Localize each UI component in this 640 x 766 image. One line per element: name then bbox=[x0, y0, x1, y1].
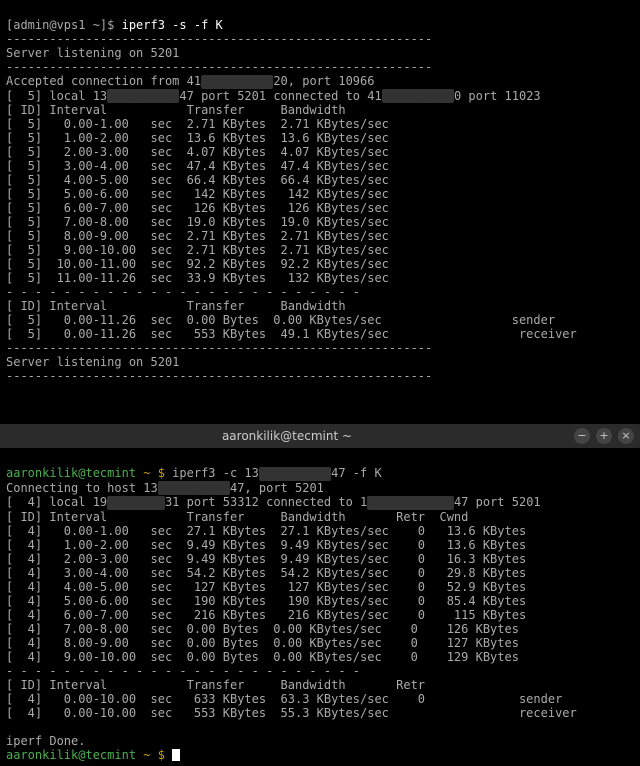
row: [ 4] 1.00-2.00 sec 9.49 KBytes 9.49 KByt… bbox=[6, 538, 526, 552]
summary-row: [ 5] 0.00-11.26 sec 0.00 Bytes 0.00 KByt… bbox=[6, 313, 555, 327]
prompt: [admin@vps1 ~]$ bbox=[6, 18, 114, 32]
divider: ----------------------------------------… bbox=[6, 369, 432, 383]
cursor bbox=[172, 749, 180, 761]
row: [ 4] 8.00-9.00 sec 0.00 Bytes 0.00 KByte… bbox=[6, 636, 519, 650]
command: iperf3 -s -f K bbox=[122, 18, 223, 32]
listening: Server listening on 5201 bbox=[6, 46, 179, 60]
redacted-ip: xxxxxxxxxx bbox=[382, 89, 454, 103]
redacted-ip: xxxxxxxxxxxx bbox=[367, 496, 454, 510]
header: [ ID] Interval Transfer Bandwidth Retr C… bbox=[6, 510, 468, 524]
divider: ----------------------------------------… bbox=[6, 60, 432, 74]
conn-line: [ 4] local 19xxxxxxxx31 port 53312 conne… bbox=[6, 495, 541, 509]
row: [ 5] 11.00-11.26 sec 33.9 KBytes 132 KBy… bbox=[6, 271, 389, 285]
redacted-ip: xxxxxxxxxx bbox=[259, 467, 331, 481]
redacted-ip: xxxxxxxxxx bbox=[158, 481, 230, 495]
command: iperf3 -c 13xxxxxxxxxx47 -f K bbox=[172, 466, 382, 480]
minimize-button[interactable]: − bbox=[574, 428, 590, 444]
window-title: aaronkilik@tecmint ~ bbox=[0, 429, 574, 443]
row: [ 5] 8.00-9.00 sec 2.71 KBytes 2.71 KByt… bbox=[6, 229, 389, 243]
row: [ 4] 2.00-3.00 sec 9.49 KBytes 9.49 KByt… bbox=[6, 552, 526, 566]
accepted-line: Accepted connection from 41xxxxxxxxxx20,… bbox=[6, 74, 374, 88]
maximize-button[interactable]: + bbox=[596, 428, 612, 444]
prompt: aaronkilik@tecmint ~ $ bbox=[6, 748, 172, 762]
header: [ ID] Interval Transfer Bandwidth bbox=[6, 103, 346, 117]
prompt: aaronkilik@tecmint ~ $ bbox=[6, 466, 172, 480]
dash: - - - - - - - - - - - - - - - - - - - - … bbox=[6, 285, 360, 299]
window-titlebar[interactable]: aaronkilik@tecmint ~ − + × bbox=[0, 424, 640, 448]
summary-row: [ 4] 0.00-10.00 sec 553 KBytes 55.3 KByt… bbox=[6, 706, 577, 720]
row: [ 4] 5.00-6.00 sec 190 KBytes 190 KBytes… bbox=[6, 594, 526, 608]
dash: - - - - - - - - - - - - - - - - - - - - … bbox=[6, 664, 360, 678]
row: [ 4] 0.00-1.00 sec 27.1 KBytes 27.1 KByt… bbox=[6, 524, 526, 538]
row: [ 5] 6.00-7.00 sec 126 KBytes 126 KBytes… bbox=[6, 201, 389, 215]
redacted-ip: xxxxxxxxxx bbox=[107, 89, 179, 103]
row: [ 5] 2.00-3.00 sec 4.07 KBytes 4.07 KByt… bbox=[6, 145, 389, 159]
redacted-ip: xxxxxxxxxx bbox=[201, 75, 273, 89]
row: [ 5] 10.00-11.00 sec 92.2 KBytes 92.2 KB… bbox=[6, 257, 389, 271]
row: [ 4] 4.00-5.00 sec 127 KBytes 127 KBytes… bbox=[6, 580, 526, 594]
row: [ 5] 9.00-10.00 sec 2.71 KBytes 2.71 KBy… bbox=[6, 243, 389, 257]
summary-row: [ 5] 0.00-11.26 sec 553 KBytes 49.1 KByt… bbox=[6, 327, 577, 341]
row: [ 5] 0.00-1.00 sec 2.71 KBytes 2.71 KByt… bbox=[6, 117, 389, 131]
close-button[interactable]: × bbox=[618, 428, 634, 444]
row: [ 4] 7.00-8.00 sec 0.00 Bytes 0.00 KByte… bbox=[6, 622, 519, 636]
row: [ 4] 9.00-10.00 sec 0.00 Bytes 0.00 KByt… bbox=[6, 650, 519, 664]
summary-row: [ 4] 0.00-10.00 sec 633 KBytes 63.3 KByt… bbox=[6, 692, 562, 706]
summary-header: [ ID] Interval Transfer Bandwidth bbox=[6, 299, 346, 313]
row: [ 4] 6.00-7.00 sec 216 KBytes 216 KBytes… bbox=[6, 608, 526, 622]
row: [ 4] 3.00-4.00 sec 54.2 KBytes 54.2 KByt… bbox=[6, 566, 526, 580]
done: iperf Done. bbox=[6, 734, 85, 748]
summary-header: [ ID] Interval Transfer Bandwidth Retr bbox=[6, 678, 425, 692]
divider: ----------------------------------------… bbox=[6, 341, 432, 355]
row: [ 5] 4.00-5.00 sec 66.4 KBytes 66.4 KByt… bbox=[6, 173, 389, 187]
conn-line: [ 5] local 13xxxxxxxxxx47 port 5201 conn… bbox=[6, 89, 541, 103]
server-terminal[interactable]: [admin@vps1 ~]$ iperf3 -s -f K ---------… bbox=[0, 0, 640, 424]
row: [ 5] 1.00-2.00 sec 13.6 KBytes 13.6 KByt… bbox=[6, 131, 389, 145]
client-terminal[interactable]: aaronkilik@tecmint ~ $ iperf3 -c 13xxxxx… bbox=[0, 448, 640, 766]
row: [ 5] 5.00-6.00 sec 142 KBytes 142 KBytes… bbox=[6, 187, 389, 201]
connecting-line: Connecting to host 13xxxxxxxxxx47, port … bbox=[6, 481, 324, 495]
divider: ----------------------------------------… bbox=[6, 32, 432, 46]
row: [ 5] 7.00-8.00 sec 19.0 KBytes 19.0 KByt… bbox=[6, 215, 389, 229]
listening: Server listening on 5201 bbox=[6, 355, 179, 369]
redacted-ip: xxxxxxxx bbox=[107, 496, 165, 510]
row: [ 5] 3.00-4.00 sec 47.4 KBytes 47.4 KByt… bbox=[6, 159, 389, 173]
